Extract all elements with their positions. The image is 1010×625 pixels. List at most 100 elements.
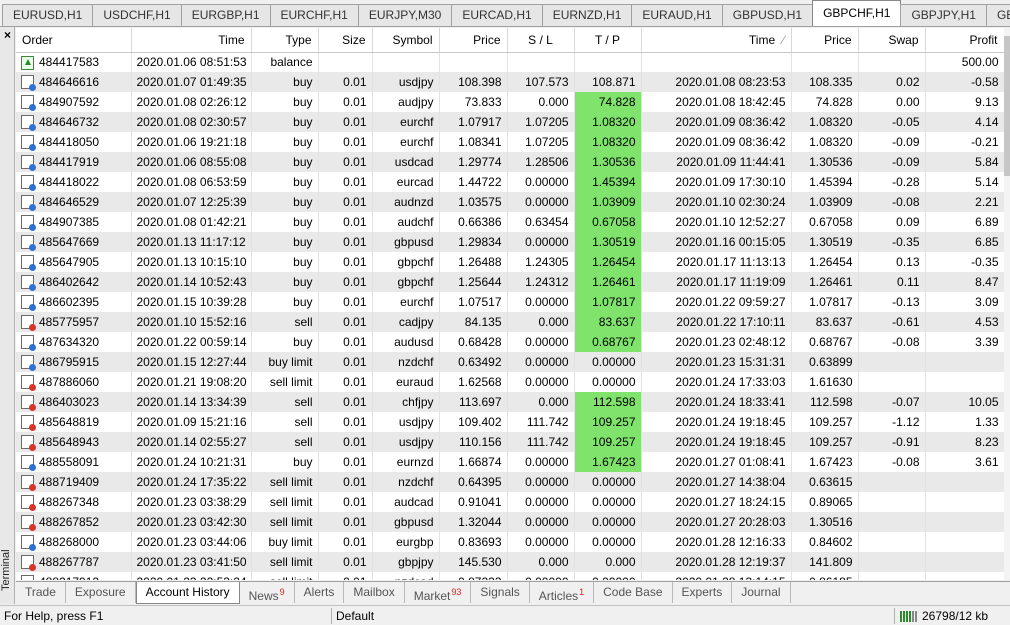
cell-open-price: 1.07917 bbox=[439, 112, 508, 132]
terminal-tab-experts[interactable]: Experts bbox=[673, 582, 733, 603]
table-row[interactable]: 484418050 2020.01.06 19:21:18 buy 0.01 eurch… bbox=[16, 132, 1004, 152]
close-icon[interactable]: × bbox=[1, 29, 14, 42]
cell-type: sell limit bbox=[251, 492, 319, 512]
terminal-tab-alerts[interactable]: Alerts bbox=[295, 582, 345, 603]
column-header-close-time[interactable]: Time ⁄ bbox=[641, 28, 792, 53]
column-header-profit[interactable]: Profit bbox=[925, 28, 1004, 53]
cell-close-price: 1.07817 bbox=[791, 292, 859, 312]
cell-symbol: gbpchf bbox=[372, 272, 440, 292]
table-row[interactable]: 488267348 2020.01.23 03:38:29 sell limit 0.… bbox=[16, 492, 1004, 512]
column-header-open-price[interactable]: Price bbox=[439, 28, 508, 53]
sell-order-icon bbox=[21, 435, 36, 452]
table-row[interactable]: 486602395 2020.01.15 10:39:28 buy 0.01 eurch… bbox=[16, 292, 1004, 312]
cell-symbol: audnzd bbox=[372, 192, 440, 212]
table-row[interactable]: 484417919 2020.01.06 08:55:08 buy 0.01 usdca… bbox=[16, 152, 1004, 172]
column-header-close-price[interactable]: Price bbox=[791, 28, 859, 53]
terminal-tab-market[interactable]: Market93 bbox=[405, 582, 472, 603]
cell-order: 488268000 bbox=[16, 532, 132, 552]
cell-swap: -0.13 bbox=[858, 292, 926, 312]
cell-close-price: 1.26454 bbox=[791, 252, 859, 272]
terminal-tab-code-base[interactable]: Code Base bbox=[594, 582, 673, 603]
table-row[interactable]: 485775957 2020.01.10 15:52:16 sell 0.01 cadj… bbox=[16, 312, 1004, 332]
table-row[interactable]: 488267852 2020.01.23 03:42:30 sell limit 0.… bbox=[16, 512, 1004, 532]
table-row[interactable]: 484646732 2020.01.08 02:30:57 buy 0.01 eurch… bbox=[16, 112, 1004, 132]
table-row[interactable]: 488268000 2020.01.23 03:44:06 buy limit 0.0… bbox=[16, 532, 1004, 552]
cell-open-time: 2020.01.23 22:53:24 bbox=[131, 572, 252, 580]
cell-stop-loss: 107.573 bbox=[507, 72, 575, 92]
column-header-type[interactable]: Type bbox=[251, 28, 319, 53]
chart-tab[interactable]: GBPJPY,H1 bbox=[900, 4, 987, 26]
column-header-size[interactable]: Size bbox=[318, 28, 373, 53]
cell-swap: -0.08 bbox=[858, 452, 926, 472]
column-header-open-time[interactable]: Time bbox=[131, 28, 252, 53]
cell-profit: 8.47 bbox=[925, 272, 1004, 292]
column-header-order[interactable]: Order bbox=[16, 28, 132, 53]
cell-size: 0.01 bbox=[318, 352, 373, 372]
table-row[interactable]: 484417583 2020.01.06 08:51:53 balance 500.0… bbox=[16, 52, 1004, 72]
table-row[interactable]: 486403023 2020.01.14 13:34:39 sell 0.01 chfj… bbox=[16, 392, 1004, 412]
column-header-symbol[interactable]: Symbol bbox=[372, 28, 440, 53]
chart-tab[interactable]: EURCHF,H1 bbox=[269, 4, 359, 26]
cell-order: 488267348 bbox=[16, 492, 132, 512]
chart-tab[interactable]: GBPAUD, bbox=[985, 4, 1010, 26]
cell-profit bbox=[925, 532, 1004, 552]
terminal-tab-news[interactable]: News9 bbox=[240, 582, 295, 603]
table-row[interactable]: 484907385 2020.01.08 01:42:21 buy 0.01 audch… bbox=[16, 212, 1004, 232]
terminal-tab-account-history[interactable]: Account History bbox=[135, 582, 240, 604]
table-row[interactable]: 485647905 2020.01.13 10:15:10 buy 0.01 gbpch… bbox=[16, 252, 1004, 272]
table-row[interactable]: 484418022 2020.01.08 06:53:59 buy 0.01 eurca… bbox=[16, 172, 1004, 192]
cell-symbol: audcad bbox=[372, 492, 440, 512]
chart-tab[interactable]: EURUSD,H1 bbox=[2, 4, 94, 26]
table-row[interactable]: 486795915 2020.01.15 12:27:44 buy limit 0.0… bbox=[16, 352, 1004, 372]
cell-open-time: 2020.01.06 08:51:53 bbox=[131, 52, 252, 72]
vertical-scrollbar[interactable] bbox=[1004, 28, 1010, 580]
cell-close-time: 2020.01.28 12:16:33 bbox=[641, 532, 792, 552]
table-row[interactable]: 488267787 2020.01.23 03:41:50 sell limit 0.… bbox=[16, 552, 1004, 572]
sell-order-icon bbox=[21, 315, 36, 332]
table-row[interactable]: 484907592 2020.01.08 02:26:12 buy 0.01 audjp… bbox=[16, 92, 1004, 112]
chart-tab[interactable]: GBPUSD,H1 bbox=[721, 4, 814, 26]
cell-close-price: 1.03909 bbox=[791, 192, 859, 212]
cell-take-profit: 1.30536 bbox=[574, 152, 642, 172]
chart-tab[interactable]: EURGBP,H1 bbox=[180, 4, 271, 26]
chart-tab[interactable]: EURCAD,H1 bbox=[451, 4, 543, 26]
table-row[interactable]: 488558091 2020.01.24 10:21:31 buy 0.01 eurnz… bbox=[16, 452, 1004, 472]
terminal-tab-mailbox[interactable]: Mailbox bbox=[344, 582, 405, 603]
column-header-take-profit[interactable]: T / P bbox=[574, 28, 642, 53]
scrollbar-thumb[interactable] bbox=[1004, 36, 1010, 176]
column-header-stop-loss[interactable]: S / L bbox=[507, 28, 575, 53]
cell-size: 0.01 bbox=[318, 572, 373, 580]
cell-swap bbox=[858, 352, 926, 372]
cell-open-time: 2020.01.06 19:21:18 bbox=[131, 132, 252, 152]
column-header-swap[interactable]: Swap bbox=[858, 28, 926, 53]
cell-swap: -0.08 bbox=[858, 192, 926, 212]
table-row[interactable]: 486402642 2020.01.14 10:52:43 buy 0.01 gbpch… bbox=[16, 272, 1004, 292]
chart-tab[interactable]: EURJPY,M30 bbox=[357, 4, 453, 26]
terminal-tab-exposure[interactable]: Exposure bbox=[66, 582, 136, 603]
table-row[interactable]: 487886060 2020.01.21 19:08:20 sell limit 0.… bbox=[16, 372, 1004, 392]
cell-stop-loss: 1.28506 bbox=[507, 152, 575, 172]
status-traffic[interactable]: 26798/12 kb bbox=[900, 609, 988, 623]
cell-profit: 2.21 bbox=[925, 192, 1004, 212]
chart-tab[interactable]: USDCHF,H1 bbox=[92, 4, 182, 26]
table-row[interactable]: 488719409 2020.01.24 17:35:22 sell limit 0.… bbox=[16, 472, 1004, 492]
cell-stop-loss: 0.00000 bbox=[507, 352, 575, 372]
cell-symbol: euraud bbox=[372, 372, 440, 392]
table-row[interactable]: 484646529 2020.01.07 12:25:39 buy 0.01 audnz… bbox=[16, 192, 1004, 212]
terminal-tab-trade[interactable]: Trade bbox=[16, 582, 66, 603]
chart-tab[interactable]: GBPCHF,H1 bbox=[812, 0, 902, 26]
cell-close-price: 0.84602 bbox=[791, 532, 859, 552]
order-number: 484417919 bbox=[39, 154, 100, 169]
terminal-tab-articles[interactable]: Articles1 bbox=[530, 582, 595, 603]
table-row[interactable]: 485648943 2020.01.14 02:55:27 sell 0.01 usdj… bbox=[16, 432, 1004, 452]
table-row[interactable]: 485647669 2020.01.13 11:17:12 buy 0.01 gbpus… bbox=[16, 232, 1004, 252]
chart-tab[interactable]: EURNZD,H1 bbox=[541, 4, 633, 26]
table-row[interactable]: 487634320 2020.01.22 00:59:14 buy 0.01 audus… bbox=[16, 332, 1004, 352]
table-row[interactable]: 484646616 2020.01.07 01:49:35 buy 0.01 usdjp… bbox=[16, 72, 1004, 92]
table-row[interactable]: 485648819 2020.01.09 15:21:16 sell 0.01 usdj… bbox=[16, 412, 1004, 432]
terminal-tab-journal[interactable]: Journal bbox=[732, 582, 791, 603]
chart-tab[interactable]: EURAUD,H1 bbox=[631, 4, 723, 26]
terminal-tab-signals[interactable]: Signals bbox=[471, 582, 530, 603]
cell-profit bbox=[925, 472, 1004, 492]
table-row[interactable]: 4882179122020.01.23 22:53:24sell limit0.… bbox=[16, 572, 1004, 580]
